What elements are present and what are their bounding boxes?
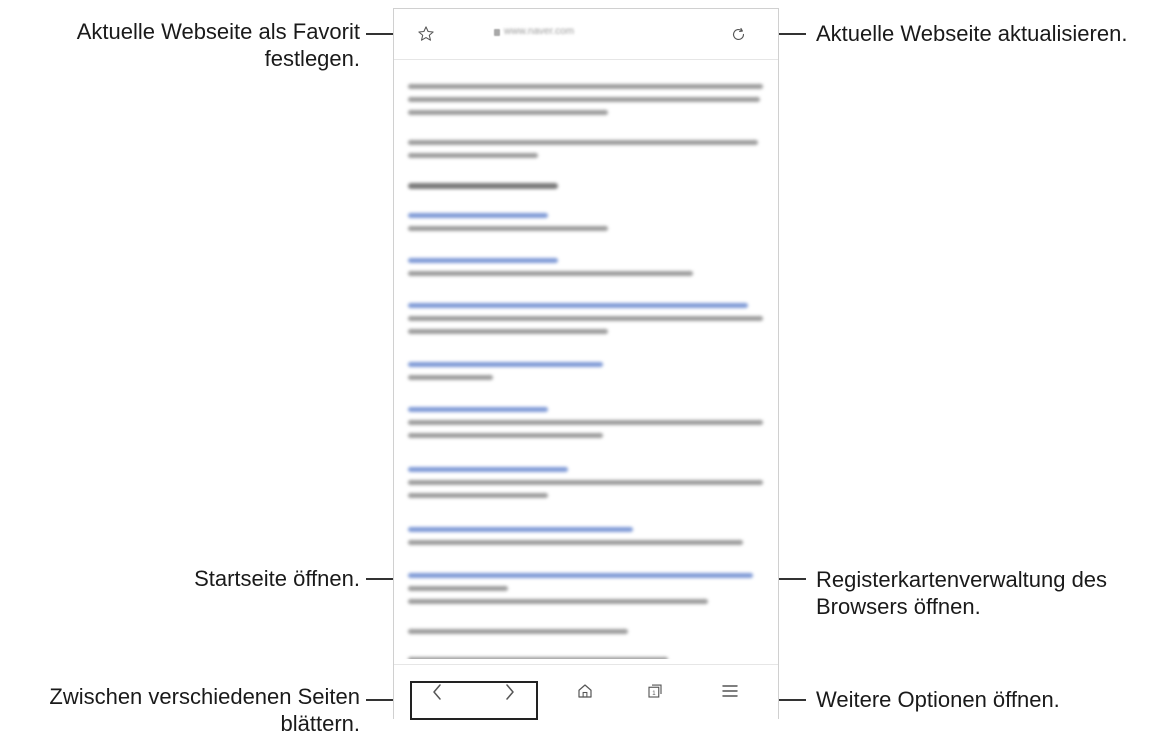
blurred-text-line (408, 271, 693, 276)
blurred-link[interactable] (408, 467, 568, 472)
blurred-text-line (408, 316, 763, 321)
favorite-callout: Aktuelle Webseite als Favorit festlegen. (20, 18, 360, 72)
back-forward-highlight (410, 681, 538, 720)
menu-icon[interactable] (721, 683, 739, 704)
navigate-callout-line1: Zwischen verschiedenen Seiten (49, 684, 360, 709)
refresh-icon[interactable] (730, 26, 747, 48)
blurred-text-line (408, 493, 548, 498)
blurred-text-line (408, 153, 538, 158)
navigate-callout-line2: blättern. (280, 711, 361, 736)
blurred-text-line (408, 657, 668, 659)
blurred-text-line (408, 375, 493, 380)
blurred-text-line (408, 586, 508, 591)
blurred-text-line (408, 110, 608, 115)
blurred-text-line (408, 480, 763, 485)
blurred-text-line (408, 226, 608, 231)
tabs-callout: Registerkartenverwaltung des Browsers öf… (816, 566, 1156, 620)
navigate-callout: Zwischen verschiedenen Seiten blättern. (0, 683, 360, 737)
home-icon[interactable] (576, 682, 594, 705)
blurred-link[interactable] (408, 303, 748, 308)
favorite-callout-line1: Aktuelle Webseite als Favorit (76, 19, 360, 44)
blurred-text-line (408, 599, 708, 604)
address-bar[interactable]: www.naver.com (394, 9, 778, 60)
page-content (394, 59, 778, 659)
refresh-callout: Aktuelle Webseite aktualisieren. (816, 21, 1128, 46)
tabs-callout-line1: Registerkartenverwaltung des (816, 567, 1108, 592)
tabs-icon[interactable]: 1 (646, 682, 664, 705)
blurred-text-line (408, 433, 603, 438)
blurred-link[interactable] (408, 407, 548, 412)
tabs-callout-line2: Browsers öffnen. (816, 594, 981, 619)
star-outline-icon[interactable] (417, 25, 435, 48)
blurred-text-line (408, 629, 628, 634)
blurred-text-line (408, 329, 608, 334)
blurred-link[interactable] (408, 573, 753, 578)
blurred-text-line (408, 420, 763, 425)
url-text[interactable]: www.naver.com (504, 26, 574, 37)
blurred-link[interactable] (408, 258, 558, 263)
home-callout: Startseite öffnen. (194, 566, 360, 591)
blurred-text-line (408, 97, 760, 102)
browser-screen: www.naver.com 1 (393, 8, 779, 719)
blurred-text-line (408, 540, 743, 545)
blurred-text-line (408, 140, 758, 145)
tabs-count: 1 (652, 691, 656, 697)
blurred-heading (408, 183, 558, 189)
blurred-link[interactable] (408, 527, 633, 532)
blurred-link[interactable] (408, 213, 548, 218)
more-callout: Weitere Optionen öffnen. (816, 687, 1060, 712)
blurred-text-line (408, 84, 763, 89)
lock-icon (494, 29, 500, 36)
favorite-callout-line2: festlegen. (264, 46, 360, 71)
blurred-link[interactable] (408, 362, 603, 367)
